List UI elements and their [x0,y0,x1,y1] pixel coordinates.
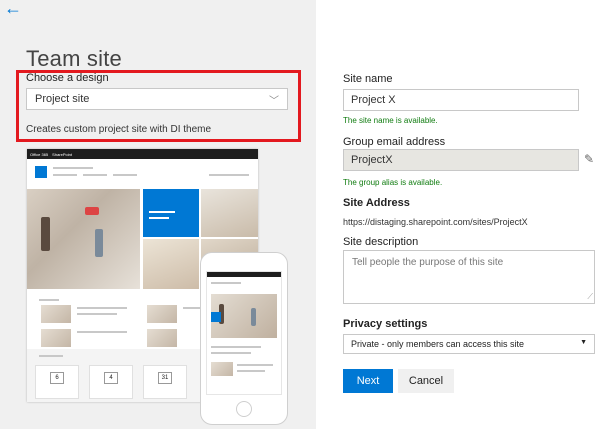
choose-design-label: Choose a design [26,72,109,84]
site-description-textarea[interactable]: Tell people the purpose of this site ⟋ [343,250,595,304]
preview-line [211,346,261,348]
preview-header [27,159,258,189]
preview-line [53,167,93,169]
preview-thumb [147,305,177,323]
preview-thumb [211,362,233,376]
phone-top-bar [207,272,281,277]
preview-tile [201,189,258,237]
preview-tile [143,239,199,289]
site-address-value: https://distaging.sharepoint.com/sites/P… [343,217,528,227]
design-description: Creates custom project site with DI them… [26,124,212,135]
next-button[interactable]: Next [343,369,393,393]
design-select[interactable]: Project site ﹀ [26,88,288,110]
phone-home-button [236,401,252,417]
phone-blue-tile [211,312,221,322]
preview-thumb [147,329,177,347]
preview-app-name: Office 365 [30,151,49,157]
preview-event-date: 6 [50,372,64,384]
preview-blue-tile [143,189,199,237]
preview-line [39,355,63,357]
preview-line [211,352,251,354]
preview-product-name: SharePoint [52,151,72,157]
site-name-input[interactable]: Project X [343,89,579,111]
preview-logo [35,166,47,178]
preview-thumb [41,305,71,323]
phone-screen [206,271,282,395]
preview-line [77,307,127,309]
preview-figure [41,217,50,251]
preview-line [149,211,175,213]
preview-line [149,217,169,219]
preview-line [77,313,117,315]
preview-line [209,174,249,176]
privacy-settings-label: Privacy settings [343,318,428,330]
site-description-placeholder: Tell people the purpose of this site [352,257,504,268]
chevron-down-icon: ﹀ [269,96,279,107]
preview-event-date: 4 [104,372,118,384]
edit-pencil-icon[interactable]: ✎ [584,152,594,166]
preview-line [53,174,77,176]
dropdown-arrow-icon: ▼ [580,339,587,346]
back-arrow-icon[interactable]: ← [4,0,22,17]
preview-top-bar: Office 365 SharePoint [27,149,258,159]
preview-event-date: 31 [158,372,172,384]
group-email-label: Group email address [343,136,446,148]
preview-figure [95,229,103,257]
preview-line [77,331,127,333]
site-name-label: Site name [343,73,393,85]
phone-preview [200,252,288,425]
privacy-select[interactable]: Private - only members can access this s… [343,334,595,354]
site-description-label: Site description [343,236,419,248]
page-title: Team site [26,46,122,71]
preview-line [237,364,273,366]
design-select-value: Project site [35,93,90,105]
group-email-field: ProjectX [343,149,579,171]
preview-line [83,174,107,176]
site-name-status: The site name is available. [343,116,438,125]
preview-line [211,282,241,284]
preview-figure [251,308,256,326]
preview-line [39,299,59,301]
preview-line [237,370,265,372]
cancel-button[interactable]: Cancel [398,369,454,393]
resize-grip-icon[interactable]: ⟋ [587,292,593,302]
site-address-label: Site Address [343,197,410,209]
form-panel [316,0,616,429]
preview-event-card: 6 [35,365,79,399]
preview-line [113,174,137,176]
preview-event-card: 31 [143,365,187,399]
preview-figure [85,207,99,215]
preview-thumb [41,329,71,347]
group-email-status: The group alias is available. [343,178,443,187]
preview-event-card: 4 [89,365,133,399]
privacy-select-value: Private - only members can access this s… [351,339,525,349]
preview-hero-image [27,189,140,289]
